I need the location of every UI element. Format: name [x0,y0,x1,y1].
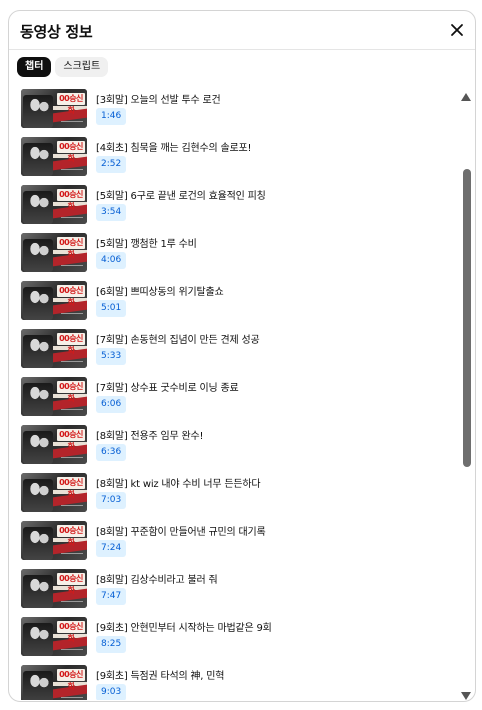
chapter-timestamp[interactable]: 6:06 [96,396,127,413]
chapter-timestamp[interactable]: 3:54 [96,204,127,221]
scroll-down-arrow[interactable] [461,687,471,700]
thumbnail-badge: 00승신화 [57,477,85,499]
chapter-title: [9회초] 안현민부터 시작하는 마법같은 9회 [96,623,272,634]
tab-chapters[interactable]: 챕터 [17,57,52,77]
thumbnail-badge: 00승신화 [57,669,85,691]
chapter-thumbnail: 00승신화 [21,377,87,416]
chapter-timestamp[interactable]: 1:46 [96,108,127,125]
chapter-item[interactable]: 00승신화 [7회말] 손동현의 집념이 만든 견제 성공 5:33 [19,328,455,376]
thumbnail-badge: 00승신화 [57,429,85,451]
chapter-timestamp[interactable]: 7:24 [96,540,127,557]
chapter-timestamp[interactable]: 9:03 [96,684,127,700]
chapter-timestamp[interactable]: 4:06 [96,252,127,269]
chapter-title: [8회말] 전용주 임무 완수! [96,431,204,442]
chapter-item[interactable]: 00승신화 [3회말] 오늘의 선발 투수 로건 1:46 [19,88,455,136]
chapter-item[interactable]: 00승신화 [5회말] 깽첨한 1루 수비 4:06 [19,232,455,280]
chapter-timestamp[interactable]: 7:03 [96,492,127,509]
chapter-thumbnail: 00승신화 [21,521,87,560]
thumbnail-badge: 00승신화 [57,93,85,115]
chapter-timestamp[interactable]: 6:36 [96,444,127,461]
chapter-title: [8회말] kt wiz 내야 수비 너무 든든하다 [96,479,261,490]
chapter-timestamp[interactable]: 5:33 [96,348,127,365]
thumbnail-badge: 00승신화 [57,237,85,259]
chapter-thumbnail: 00승신화 [21,233,87,272]
chapter-thumbnail: 00승신화 [21,425,87,464]
scroll-up-arrow[interactable] [461,88,471,101]
chapter-item[interactable]: 00승신화 [9회초] 득점권 타석의 神, 민혁 9:03 [19,664,455,700]
chapter-thumbnail: 00승신화 [21,569,87,608]
chapter-thumbnail: 00승신화 [21,473,87,512]
chapter-thumbnail: 00승신화 [21,665,87,700]
chapter-item[interactable]: 00승신화 [4회초] 침묵을 깨는 김현수의 솔로포! 2:52 [19,136,455,184]
panel-header: 동영상 정보 [9,11,475,50]
chapter-title: [9회초] 득점권 타석의 神, 민혁 [96,671,225,682]
chapter-thumbnail: 00승신화 [21,185,87,224]
chapter-thumbnail: 00승신화 [21,137,87,176]
chapter-timestamp[interactable]: 7:47 [96,588,127,605]
chapter-title: [8회말] 김상수비라고 불러 줘 [96,575,218,586]
chapter-item[interactable]: 00승신화 [8회말] 꾸준함이 만들어낸 규민의 대기록 7:24 [19,520,455,568]
chapter-title: [5회말] 6구로 끝낸 로건의 효율적인 피칭 [96,191,266,202]
video-info-panel: 동영상 정보 챕터 스크립트 00승신화 [3회말] 오늘의 선발 투수 로건 1:4… [8,10,476,702]
chapter-title: [6회말] 쁘띠상동의 위기탈출쇼 [96,287,224,298]
thumbnail-badge: 00승신화 [57,141,85,163]
chapter-title: [3회말] 오늘의 선발 투수 로건 [96,95,221,106]
chapter-item[interactable]: 00승신화 [6회말] 쁘띠상동의 위기탈출쇼 5:01 [19,280,455,328]
chapter-thumbnail: 00승신화 [21,281,87,320]
panel-title: 동영상 정보 [20,23,93,41]
triangle-up-icon [461,88,471,105]
chapter-title: [4회초] 침묵을 깨는 김현수의 솔로포! [96,143,252,154]
chapter-timestamp[interactable]: 8:25 [96,636,127,653]
chapter-thumbnail: 00승신화 [21,617,87,656]
chapter-item[interactable]: 00승신화 [8회말] 김상수비라고 불러 줘 7:47 [19,568,455,616]
thumbnail-badge: 00승신화 [57,381,85,403]
tab-chips: 챕터 스크립트 [17,56,112,78]
triangle-down-icon [461,687,471,701]
thumbnail-badge: 00승신화 [57,525,85,547]
chapter-thumbnail: 00승신화 [21,89,87,128]
chapter-item[interactable]: 00승신화 [8회말] kt wiz 내야 수비 너무 든든하다 7:03 [19,472,455,520]
tab-transcript[interactable]: 스크립트 [55,57,109,77]
chapter-thumbnail: 00승신화 [21,329,87,368]
chapter-timestamp[interactable]: 5:01 [96,300,127,317]
close-button[interactable] [445,18,469,42]
chapter-title: [7회말] 손동현의 집념이 만든 견제 성공 [96,335,260,346]
chapter-item[interactable]: 00승신화 [8회말] 전용주 임무 완수! 6:36 [19,424,455,472]
chapter-item[interactable]: 00승신화 [5회말] 6구로 끝낸 로건의 효율적인 피칭 3:54 [19,184,455,232]
chapter-item[interactable]: 00승신화 [9회초] 안현민부터 시작하는 마법같은 9회 8:25 [19,616,455,664]
chapter-list[interactable]: 00승신화 [3회말] 오늘의 선발 투수 로건 1:46 00승신화 [4회초] 침묵… [19,88,455,700]
thumbnail-badge: 00승신화 [57,285,85,307]
scrollbar-thumb[interactable] [463,169,471,467]
chapter-title: [7회말] 상수표 굿수비로 이닝 종료 [96,383,239,394]
thumbnail-badge: 00승신화 [57,573,85,595]
chapter-title: [8회말] 꾸준함이 만들어낸 규민의 대기록 [96,527,266,538]
thumbnail-badge: 00승신화 [57,189,85,211]
chapter-timestamp[interactable]: 2:52 [96,156,127,173]
thumbnail-badge: 00승신화 [57,621,85,643]
close-icon [445,18,469,42]
chapter-item[interactable]: 00승신화 [7회말] 상수표 굿수비로 이닝 종료 6:06 [19,376,455,424]
thumbnail-badge: 00승신화 [57,333,85,355]
chapter-title: [5회말] 깽첨한 1루 수비 [96,239,197,250]
